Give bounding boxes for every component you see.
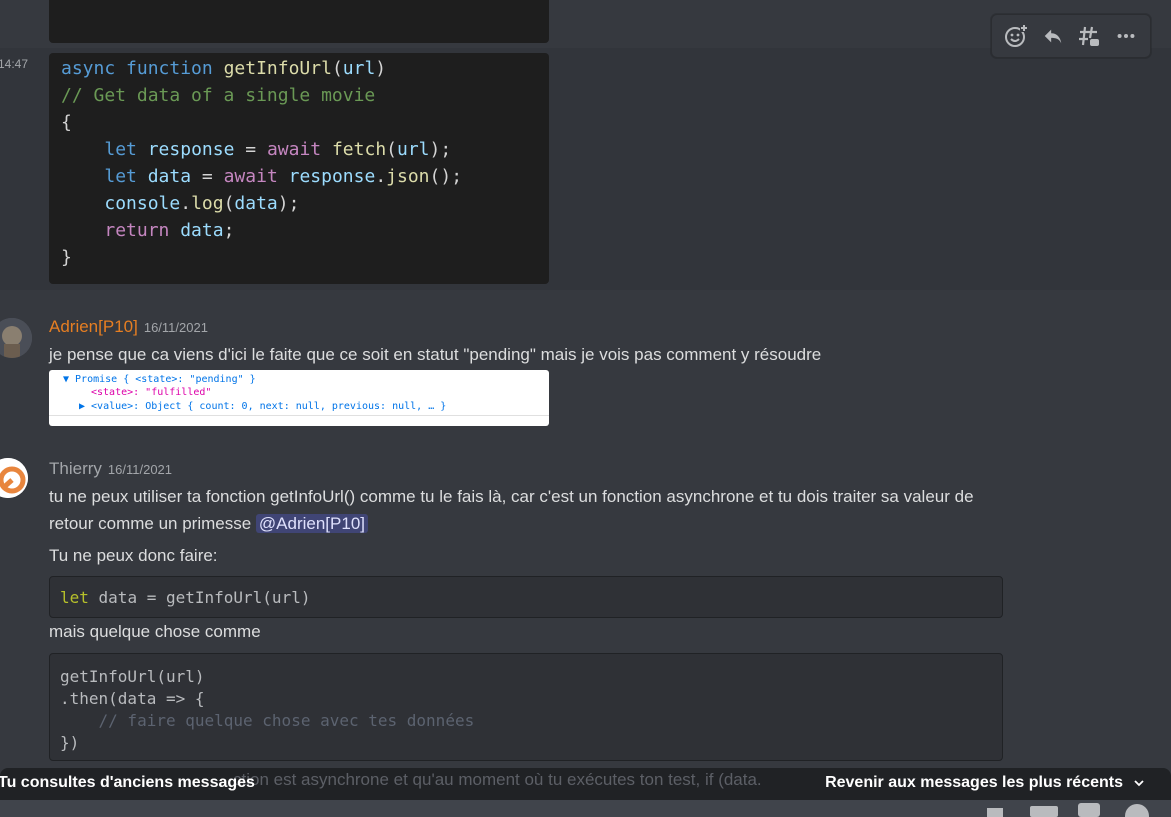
devtools-divider [49,415,549,416]
message-content-line: Tu ne peux donc faire: [49,546,218,565]
author-name[interactable]: Adrien[P10] [49,317,138,336]
gift-icon[interactable] [985,804,1005,817]
code-line: getInfoUrl(url) [60,667,205,686]
sticker-icon[interactable] [1078,803,1100,817]
message-content-line: tu ne peux utiliser ta fonction getInfoU… [49,487,974,506]
old-messages-bar: ction est asynchrone et qu'au moment où … [0,768,1171,800]
emoji-icon[interactable] [1124,803,1150,817]
avatar-adrien[interactable] [0,318,32,358]
code-line: }) [60,733,80,752]
devtools-line: <state>: "fulfilled" [91,387,212,398]
message-header-adrien: Adrien[P10] 16/11/2021 [49,317,208,337]
chevron-down-icon [1134,780,1144,787]
message-hovered[interactable]: 14:47 async function getInfoUrl(url) // … [0,48,1171,290]
code-block-multiline: getInfoUrl(url) .then(data => { // faire … [49,653,1003,761]
user-mention[interactable]: @Adrien[P10] [255,514,368,533]
create-thread-icon[interactable] [1072,19,1106,53]
gif-icon[interactable] [1030,804,1058,817]
code-screenshot[interactable]: async function getInfoUrl(url) // Get da… [49,53,549,284]
old-messages-label: Tu consultes d'anciens messages [0,774,255,791]
devtools-line: ▼ Promise { <state>: "pending" } [63,374,256,385]
code-keyword: let [60,588,89,607]
message-composer[interactable] [0,800,1171,817]
jump-label: Revenir aux messages les plus récents [825,774,1123,791]
message-header-thierry: Thierry 16/11/2021 [49,459,172,479]
code-block-inline: let data = getInfoUrl(url) [49,576,1003,618]
devtools-screenshot[interactable]: ▼ Promise { <state>: "pending" } <state>… [49,370,549,426]
message-content-line: mais quelque chose comme [49,622,261,641]
code-text: data = getInfoUrl(url) [88,588,311,607]
message-action-toolbar [991,14,1151,58]
code-line: .then(data => { [60,689,205,708]
message-content: je pense que ca viens d'ici le faite que… [49,345,822,364]
message-date: 16/11/2021 [107,462,173,477]
jump-to-present-button[interactable]: Revenir aux messages les plus récents [825,774,1145,792]
message-date: 16/11/2021 [143,320,208,335]
devtools-line: ▶ <value>: Object { count: 0, next: null… [79,401,447,412]
more-icon[interactable] [1109,19,1143,53]
previous-code-block [49,0,549,43]
message-content-line: retour comme un primesse @Adrien[P10] [49,510,368,537]
code-comment: // faire quelque chose avec tes données [60,711,475,730]
message-timestamp: 14:47 [0,57,29,71]
add-reaction-icon[interactable] [999,19,1033,53]
message-text: retour comme un primesse [49,514,256,533]
background-message-text: ction est asynchrone et qu'au moment où … [233,770,762,789]
reply-icon[interactable] [1036,19,1070,53]
author-name[interactable]: Thierry [49,459,102,478]
avatar-thierry[interactable] [0,458,28,498]
